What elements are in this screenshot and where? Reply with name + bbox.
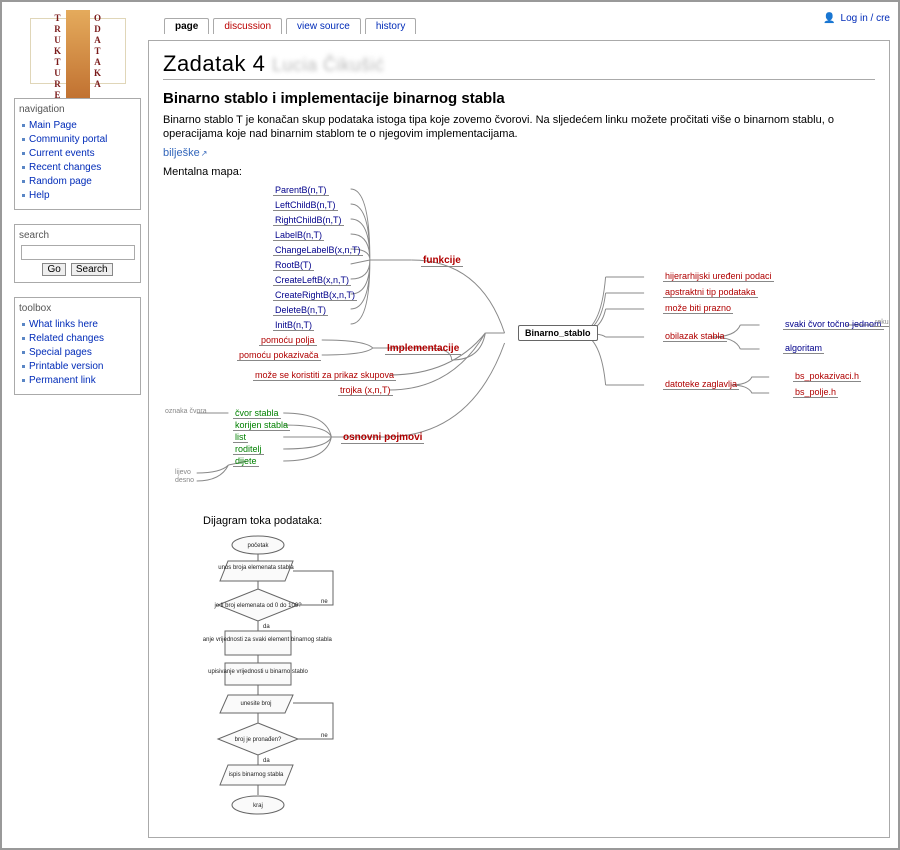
mm-func-4: ChangeLabelB(x,n,T) [273,245,363,256]
search-button[interactable]: Search [71,263,113,276]
mm-r1: apstraktni tip podataka [663,287,758,298]
toolbox-link-2[interactable]: Special pages [29,347,92,358]
svg-text:da: da [263,624,270,630]
svg-text:kraj: kraj [253,803,263,809]
mm-func-6: CreateLeftB(x,n,T) [273,275,351,286]
svg-text:je li broj elemenata od 0 do 1: je li broj elemenata od 0 do 100? [213,603,302,609]
tab-page[interactable]: page [164,18,209,34]
svg-text:generiranje vrijednosti za sva: generiranje vrijednosti za svaki element… [203,637,333,643]
mm-center: Binarno_stablo [518,325,598,341]
mm-osn-label: osnovni pojmovi [341,432,424,444]
mm-funkcije-label: funkcije [421,255,463,267]
mm-func-2: RightChildB(n,T) [273,215,344,226]
intro-paragraph: Binarno stablo T je konačan skup podatak… [163,113,875,141]
page-title: Zadatak 4 Lucia Čikušić [163,51,875,80]
search-input[interactable] [21,245,135,260]
mm-osn-1: korijen stabla [233,420,290,431]
svg-text:da: da [263,758,270,764]
svg-text:ne: ne [321,733,328,739]
mm-dat-0: bs_pokazivaci.h [793,371,861,382]
mm-osn-2: list [233,432,248,443]
notes-link[interactable]: bilješke [163,147,207,159]
toolbox-title: toolbox [19,303,51,314]
toolbox-link-0[interactable]: What links here [29,319,98,330]
svg-text:unos broja elemenata stabla: unos broja elemenata stabla [218,565,294,571]
mm-func-9: InitB(n,T) [273,320,314,331]
toolbox-link-1[interactable]: Related changes [29,333,104,344]
svg-text:ne: ne [321,599,328,605]
page-tabs: pagediscussionview sourcehistory [148,18,890,40]
mm-r2: može biti prazno [663,303,733,314]
mm-func-0: ParentB(n,T) [273,185,329,196]
svg-text:početak: početak [247,543,269,549]
mm-func-7: CreateRightB(x,n,T) [273,290,357,301]
mm-impl-extra1: trojka (x,n,T) [338,385,393,396]
search-title: search [19,230,49,241]
mm-impl-0: pomoću polja [259,335,317,346]
mm-func-8: DeleteB(n,T) [273,305,328,316]
mm-osn-0: čvor stabla [233,408,281,419]
mm-ob-0: svaki čvor točno jednom [783,319,884,330]
mindmap: Binarno_stablo funkcije ParentB(n,T) Left… [163,185,875,485]
toolbox-link-4[interactable]: Permanent link [29,375,96,386]
section-heading: Binarno stablo i implementacije binarnog… [163,90,875,107]
mm-dat-1: bs_polje.h [793,387,838,398]
mm-func-3: LabelB(n,T) [273,230,324,241]
mm-osn-sub-parent: oznaka čvora [163,408,209,415]
svg-text:ispis binarnog stabla: ispis binarnog stabla [229,772,284,778]
mindmap-label: Mentalna mapa: [163,165,875,179]
mm-func-1: LeftChildB(n,T) [273,200,338,211]
mm-func-5: RootB(T) [273,260,314,271]
mm-impl-label: Implementacije [385,343,461,355]
flowchart-label: Dijagram toka podataka: [203,515,875,527]
mm-impl-1: pomoću pokazivača [237,350,321,361]
svg-text:unesite broj: unesite broj [240,701,271,707]
search-portlet: search Go Search [14,224,141,283]
mm-obilazak: obilazak stabla [663,331,727,342]
site-logo[interactable]: STRUKTUREPODATAKA [30,18,126,84]
nav-link-1[interactable]: Community portal [29,134,107,145]
nav-link-5[interactable]: Help [29,190,50,201]
svg-text:upisivanje vrijednosti u binar: upisivanje vrijednosti u binarno stablo [208,669,308,675]
nav-link-4[interactable]: Random page [29,176,92,187]
mm-osn-sub-l: lijevo [173,469,193,476]
mm-impl-extra0: može se koristiti za prikaz skupova [253,370,396,381]
flowchart: početak unos broja elemenata stabla je l… [203,533,875,836]
tab-discussion[interactable]: discussion [213,18,282,34]
tab-history[interactable]: history [365,18,416,34]
svg-text:broj je pronađen?: broj je pronađen? [235,737,282,743]
nav-link-2[interactable]: Current events [29,148,95,159]
mm-r0: hijerarhijski uređeni podaci [663,271,774,282]
tab-view-source[interactable]: view source [286,18,361,34]
mm-osn-3: roditelj [233,444,264,455]
mm-dat: datoteke zaglavlja [663,379,739,390]
toolbox-link-3[interactable]: Printable version [29,361,103,372]
go-button[interactable]: Go [42,263,65,276]
mm-ob-tail: rekurzivno zadavanje [873,319,890,327]
nav-link-0[interactable]: Main Page [29,120,77,131]
page-body: Zadatak 4 Lucia Čikušić Binarno stablo i… [148,40,890,838]
mm-ob-1: algoritam [783,343,824,354]
toolbox-portlet: toolbox What links here Related changes Sp… [14,297,141,395]
mm-osn-sub-r: desno [173,477,196,484]
nav-link-3[interactable]: Recent changes [29,162,101,173]
mm-osn-4: dijete [233,456,259,467]
nav-portlet: navigation Main Page Community portal Curr… [14,98,141,210]
nav-title: navigation [19,104,65,115]
